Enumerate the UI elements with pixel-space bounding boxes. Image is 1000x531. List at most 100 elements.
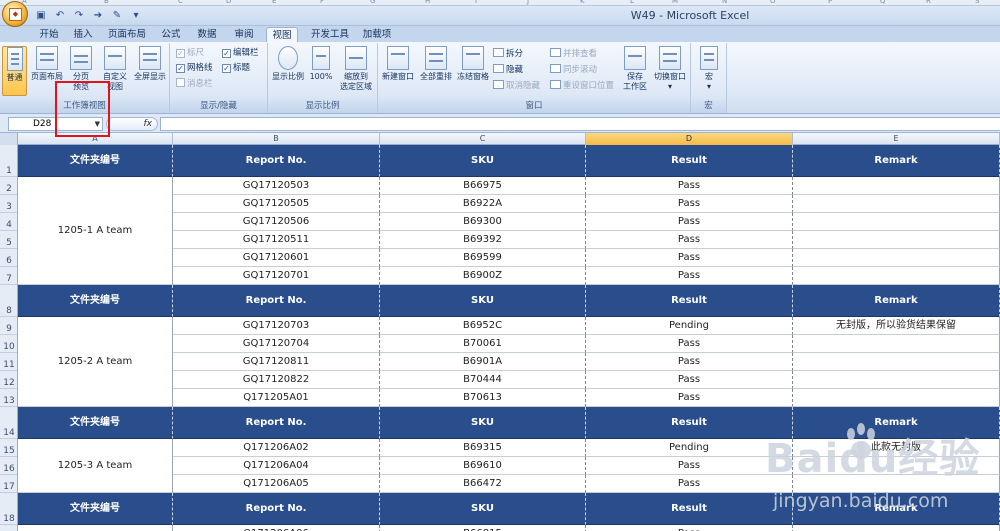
data-cell-remark[interactable]: [793, 335, 1000, 353]
data-cell-result[interactable]: Pass: [586, 231, 793, 249]
tab-data[interactable]: 数据: [194, 27, 220, 42]
data-cell-remark[interactable]: [793, 457, 1000, 475]
side-by-side-button[interactable]: 并排查看: [550, 48, 597, 60]
data-cell-remark[interactable]: [793, 213, 1000, 231]
data-cell-sku[interactable]: B69315: [380, 439, 586, 457]
freeze-panes-button[interactable]: 冻结窗格: [455, 46, 491, 82]
tab-page-layout[interactable]: 页面布局: [104, 27, 150, 42]
tab-formulas[interactable]: 公式: [158, 27, 184, 42]
zoom-button[interactable]: 显示比例: [270, 46, 306, 82]
unhide-button[interactable]: 取消隐藏: [493, 80, 540, 92]
row-header[interactable]: 9: [0, 317, 17, 335]
header-cell-sku[interactable]: SKU: [380, 493, 586, 525]
zoom-selection-button[interactable]: 缩放到 选定区域: [336, 46, 376, 92]
row-header[interactable]: 11: [0, 353, 17, 371]
tab-home[interactable]: 开始: [34, 27, 64, 42]
data-cell-remark[interactable]: [793, 177, 1000, 195]
header-cell-folder[interactable]: 文件夹编号: [18, 285, 173, 317]
header-cell-remark[interactable]: Remark: [793, 407, 1000, 439]
row-header[interactable]: 8: [0, 285, 17, 317]
row-header[interactable]: 13: [0, 389, 17, 407]
header-cell-result[interactable]: Result: [586, 145, 793, 177]
data-cell-report[interactable]: GQ17120701: [173, 267, 380, 285]
header-cell-folder[interactable]: 文件夹编号: [18, 407, 173, 439]
data-cell-sku[interactable]: B6922A: [380, 195, 586, 213]
data-cell-sku[interactable]: B6900Z: [380, 267, 586, 285]
normal-view-button[interactable]: 普通: [2, 46, 27, 96]
data-cell-result[interactable]: Pass: [586, 457, 793, 475]
row-header[interactable]: 12: [0, 371, 17, 389]
team-cell[interactable]: [18, 525, 173, 531]
message-bar-checkbox[interactable]: 消息栏: [176, 78, 213, 90]
column-header-d[interactable]: D: [586, 133, 793, 145]
header-cell-folder[interactable]: 文件夹编号: [18, 493, 173, 525]
data-cell-sku[interactable]: B66815: [380, 525, 586, 531]
row-header[interactable]: 18: [0, 493, 17, 525]
header-cell-remark[interactable]: Remark: [793, 493, 1000, 525]
team-cell[interactable]: 1205-3 A team: [18, 439, 173, 493]
column-header-c[interactable]: C: [380, 133, 586, 145]
tab-review[interactable]: 审阅: [231, 27, 257, 42]
data-cell-sku[interactable]: B69392: [380, 231, 586, 249]
tab-view[interactable]: 视图: [266, 27, 298, 42]
headings-checkbox[interactable]: ✓ 标题: [222, 63, 250, 74]
header-cell-sku[interactable]: SKU: [380, 407, 586, 439]
data-cell-report[interactable]: Q171205A01: [173, 389, 380, 407]
data-cell-result[interactable]: Pass: [586, 177, 793, 195]
data-cell-report[interactable]: Q171206A05: [173, 475, 380, 493]
split-button[interactable]: 拆分: [493, 48, 523, 60]
row-header[interactable]: 16: [0, 457, 17, 475]
data-cell-sku[interactable]: B66472: [380, 475, 586, 493]
data-cell-remark[interactable]: [793, 231, 1000, 249]
data-cell-result[interactable]: Pass: [586, 267, 793, 285]
data-cell-report[interactable]: GQ17120505: [173, 195, 380, 213]
header-cell-folder[interactable]: 文件夹编号: [18, 145, 173, 177]
team-cell[interactable]: 1205-1 A team: [18, 177, 173, 285]
data-cell-remark[interactable]: [793, 371, 1000, 389]
data-cell-result[interactable]: Pass: [586, 389, 793, 407]
row-header[interactable]: 17: [0, 475, 17, 493]
data-cell-result[interactable]: Pass: [586, 335, 793, 353]
header-cell-report[interactable]: Report No.: [173, 407, 380, 439]
data-cell-report[interactable]: Q171206A04: [173, 457, 380, 475]
row-header[interactable]: 6: [0, 249, 17, 267]
macros-button[interactable]: 宏 ▾: [696, 46, 722, 92]
data-cell-sku[interactable]: B69610: [380, 457, 586, 475]
row-header[interactable]: 4: [0, 213, 17, 231]
data-cell-result[interactable]: Pending: [586, 317, 793, 335]
row-header[interactable]: 3: [0, 195, 17, 213]
data-cell-remark[interactable]: 无封版，所以验货结果保留: [793, 317, 1000, 335]
row-header[interactable]: 5: [0, 231, 17, 249]
data-cell-report[interactable]: GQ17120503: [173, 177, 380, 195]
row-header[interactable]: 7: [0, 267, 17, 285]
full-screen-button[interactable]: 全屏显示: [131, 46, 169, 82]
header-cell-report[interactable]: Report No.: [173, 493, 380, 525]
team-cell[interactable]: 1205-2 A team: [18, 317, 173, 407]
header-cell-sku[interactable]: SKU: [380, 145, 586, 177]
header-cell-result[interactable]: Result: [586, 407, 793, 439]
data-cell-result[interactable]: Pass: [586, 525, 793, 531]
data-cell-sku[interactable]: B6952C: [380, 317, 586, 335]
row-header[interactable]: 19: [0, 525, 17, 531]
header-cell-report[interactable]: Report No.: [173, 285, 380, 317]
column-header-b[interactable]: B: [173, 133, 380, 145]
data-cell-remark[interactable]: [793, 525, 1000, 531]
tab-developer[interactable]: 开发工具: [305, 27, 355, 42]
data-cell-remark[interactable]: [793, 353, 1000, 371]
row-header[interactable]: 10: [0, 335, 17, 353]
sync-scroll-button[interactable]: 同步滚动: [550, 64, 597, 76]
data-cell-result[interactable]: Pass: [586, 371, 793, 389]
data-cell-remark[interactable]: [793, 475, 1000, 493]
data-cell-sku[interactable]: B70061: [380, 335, 586, 353]
header-cell-sku[interactable]: SKU: [380, 285, 586, 317]
data-cell-result[interactable]: Pass: [586, 353, 793, 371]
row-header[interactable]: 1: [0, 145, 17, 177]
row-header[interactable]: 2: [0, 177, 17, 195]
header-cell-report[interactable]: Report No.: [173, 145, 380, 177]
data-cell-report[interactable]: Q171206A02: [173, 439, 380, 457]
select-all-corner[interactable]: [0, 133, 18, 145]
data-cell-result[interactable]: Pending: [586, 439, 793, 457]
row-header[interactable]: 14: [0, 407, 17, 439]
new-window-button[interactable]: 新建窗口: [380, 46, 416, 82]
page-layout-view-button[interactable]: 页面布局: [30, 46, 64, 82]
